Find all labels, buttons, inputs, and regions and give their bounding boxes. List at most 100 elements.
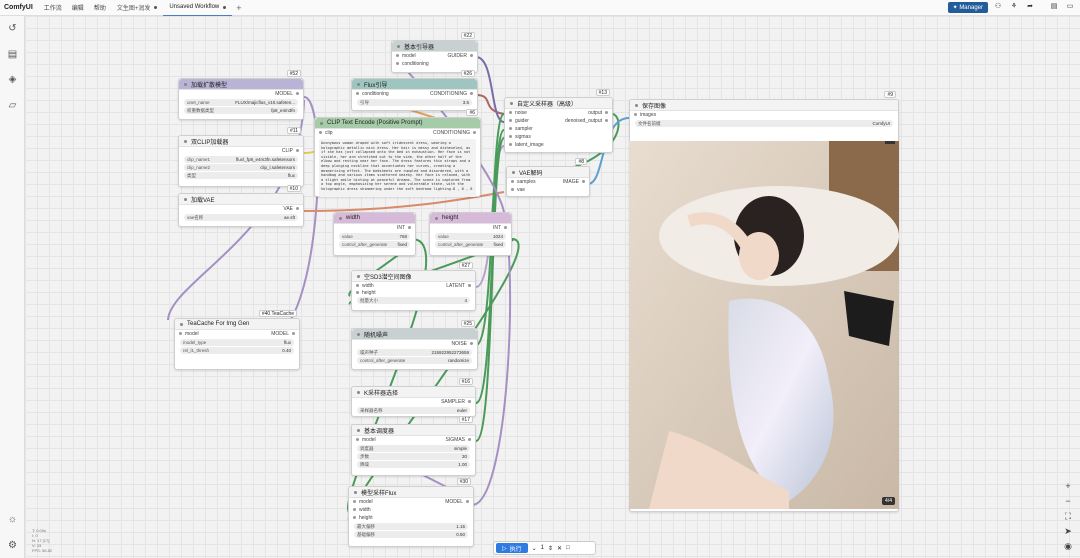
output-model[interactable]: MODEL — [445, 499, 469, 505]
output-clip[interactable]: CLIP — [282, 148, 299, 154]
output-output[interactable]: output — [588, 110, 608, 116]
node-clip-text-encode[interactable]: #6 CLIP Text Encode (Positive Prompt) cl… — [314, 109, 481, 197]
widget-max-shift[interactable]: 最大偏移 1.15 — [354, 523, 468, 530]
node-basic-guider[interactable]: #22 基本引导器 model GUIDER conditioning — [391, 32, 478, 73]
widget-unet-name[interactable]: unet_name FLUX/majicflus_v10.safeten... — [184, 99, 298, 106]
output-noise[interactable]: NOISE — [451, 341, 473, 347]
node-ksampler-select[interactable]: #16 K采样器选择 SAMPLER 采样器名称 euler — [351, 378, 476, 417]
manager-button[interactable]: ✦ Manager — [947, 2, 988, 13]
input-vae[interactable]: vae — [511, 187, 525, 193]
new-tab-plus-icon[interactable]: + — [232, 3, 245, 13]
queue-icon[interactable]: ▤ — [6, 48, 19, 61]
menu-workflow[interactable]: 工作流 — [39, 3, 67, 12]
node-height-primitive[interactable]: height INT value 1024 control_after_gener… — [429, 212, 512, 256]
output-int[interactable]: INT — [493, 225, 507, 231]
zoom-out-icon[interactable]: − — [1062, 495, 1074, 507]
share-icon[interactable]: ➦ — [1024, 2, 1036, 13]
generated-image-preview[interactable]: 4/4 × — [629, 141, 899, 509]
widget-guidance[interactable]: 引导 3.5 — [357, 99, 472, 106]
widget-scheduler[interactable]: 调度器 simple — [357, 445, 470, 452]
output-model[interactable]: MODEL — [271, 331, 295, 337]
widget-control-after-generate[interactable]: control_after_generate randomize — [357, 357, 472, 364]
output-guider[interactable]: GUIDER — [448, 53, 473, 59]
node-load-vae[interactable]: #10 加载VAE VAE vae名称 ae.sft — [178, 185, 304, 227]
output-conditioning[interactable]: CONDITIONING — [430, 91, 473, 97]
input-model[interactable]: model — [353, 499, 373, 505]
zoom-in-icon[interactable]: + — [1062, 480, 1074, 492]
input-width[interactable]: width — [356, 283, 374, 289]
widget-base-shift[interactable]: 基础偏移 0.50 — [354, 531, 468, 538]
tab-workflow-1[interactable]: 文生图+润发 — [111, 0, 164, 16]
history-icon[interactable]: ↺ — [6, 22, 19, 35]
widget-clip-name1[interactable]: clip_name1 flux\_fp8_e4m3fn.safetensors — [184, 156, 298, 163]
widget-control-after-generate[interactable]: control_after_generate fixed — [339, 241, 410, 248]
nodes-icon[interactable]: ⚇ — [992, 2, 1004, 13]
input-conditioning[interactable]: conditioning — [356, 91, 389, 97]
settings-gear-icon[interactable]: ⚙ — [6, 539, 19, 552]
node-empty-sd3-latent[interactable]: #27 空SD3潜空间图像 width LATENT height 批量大小 4 — [351, 262, 476, 311]
input-guider[interactable]: guider — [509, 118, 529, 124]
input-height[interactable]: height — [356, 290, 376, 296]
batch-count[interactable]: 1 — [541, 545, 544, 551]
widget-denoise[interactable]: 降噪 1.00 — [357, 461, 470, 468]
navigate-icon[interactable]: ➤ — [1062, 525, 1074, 537]
node-vae-decode[interactable]: #8 VAE解码 samples IMAGE vae — [506, 158, 590, 197]
panel-toggle-icon[interactable]: ▭ — [1064, 2, 1076, 13]
widget-value[interactable]: value 1024 — [435, 233, 506, 240]
node-dual-clip-loader[interactable]: #11 双CLIP加载器 CLIP clip_name1 flux\_fp8_e4… — [178, 127, 304, 187]
node-width-primitive[interactable]: width INT value 768 control_after_generat… — [333, 212, 416, 256]
widget-steps[interactable]: 步数 30 — [357, 453, 470, 460]
theme-sun-icon[interactable]: ☼ — [6, 513, 19, 526]
output-vae[interactable]: VAE — [283, 206, 299, 212]
output-denoised[interactable]: denoised_output — [565, 118, 608, 124]
input-height[interactable]: height — [353, 515, 373, 521]
widget-weight-dtype[interactable]: 权重数据类型 fp8_e4m3fn — [184, 107, 298, 114]
node-custom-sampler-advanced[interactable]: #13 自定义采样器（高级） noise output guider denoise… — [504, 89, 613, 153]
widget-rel-l1-thresh[interactable]: rel_l1_thresh 0.40 — [180, 347, 294, 354]
stepper-icon[interactable]: ⇕ — [548, 545, 553, 552]
input-clip[interactable]: clip — [319, 130, 333, 136]
run-button[interactable]: ▷ 执行 — [496, 543, 528, 553]
input-model[interactable]: model — [356, 437, 376, 443]
fit-view-icon[interactable]: ⛶ — [1062, 510, 1074, 522]
input-latent-image[interactable]: latent_image — [509, 142, 544, 148]
widget-value[interactable]: value 768 — [339, 233, 410, 240]
widget-sampler-name[interactable]: 采样器名称 euler — [357, 407, 470, 414]
input-noise[interactable]: noise — [509, 110, 527, 116]
widget-model-type[interactable]: model_type flux — [180, 339, 294, 346]
output-int[interactable]: INT — [397, 225, 411, 231]
node-model-sampling-flux[interactable]: #30 模型采样Flux model MODEL width height 最大偏… — [348, 478, 474, 547]
node-load-diffusion-model[interactable]: #52 加载扩散模型 MODEL unet_name FLUX/majicflus… — [178, 70, 304, 120]
menu-edit[interactable]: 编辑 — [67, 3, 89, 12]
input-images[interactable]: images — [634, 112, 656, 118]
widget-control-after-generate[interactable]: control_after_generate fixed — [435, 241, 506, 248]
widget-clip-name2[interactable]: clip_name2 clip_l.safetensors — [184, 164, 298, 171]
node-basic-scheduler[interactable]: #17 基本调度器 model SIGMAS 调度器 simple 步数 30 降噪 1… — [351, 416, 476, 476]
input-sampler[interactable]: sampler — [509, 126, 533, 132]
output-model[interactable]: MODEL — [275, 91, 299, 97]
prompt-textarea[interactable]: Anonymous woman draped with soft iridesc… — [319, 139, 476, 197]
widget-filename-prefix[interactable]: 文件名前缀 ComfyUI — [635, 120, 893, 127]
close-preview-icon[interactable]: × — [885, 141, 895, 144]
menu-help[interactable]: 帮助 — [89, 3, 111, 12]
stop-square-icon[interactable]: □ — [566, 545, 570, 551]
output-sampler[interactable]: SAMPLER — [441, 399, 471, 405]
layout-icon[interactable]: ▤ — [1048, 2, 1060, 13]
cancel-x-icon[interactable]: ✕ — [557, 545, 562, 552]
tab-workflow-2[interactable]: Unsaved Workflow — [163, 0, 233, 16]
widget-type[interactable]: 类型 flux — [184, 172, 298, 179]
input-width[interactable]: width — [353, 507, 371, 513]
node-teacache[interactable]: #40 TeaCache TeaCache For Img Gen model M… — [174, 310, 300, 370]
output-sigmas[interactable]: SIGMAS — [446, 437, 471, 443]
output-conditioning[interactable]: CONDITIONING — [433, 130, 476, 136]
output-latent[interactable]: LATENT — [446, 283, 471, 289]
folder-icon[interactable]: ▱ — [6, 99, 19, 112]
run-options-chevron-icon[interactable]: ⌄ — [532, 545, 537, 552]
widget-batch-size[interactable]: 批量大小 4 — [357, 297, 470, 304]
widget-vae-name[interactable]: vae名称 ae.sft — [184, 214, 298, 221]
output-image[interactable]: IMAGE — [563, 179, 585, 185]
input-model[interactable]: model — [396, 53, 416, 59]
input-model[interactable]: model — [179, 331, 199, 337]
node-flux-guidance[interactable]: #26 Flux引导 conditioning CONDITIONING 引导 3.… — [351, 70, 478, 111]
node-random-noise[interactable]: #25 随机噪声 NOISE 噪声种子 215922952273659 contr… — [351, 320, 478, 370]
